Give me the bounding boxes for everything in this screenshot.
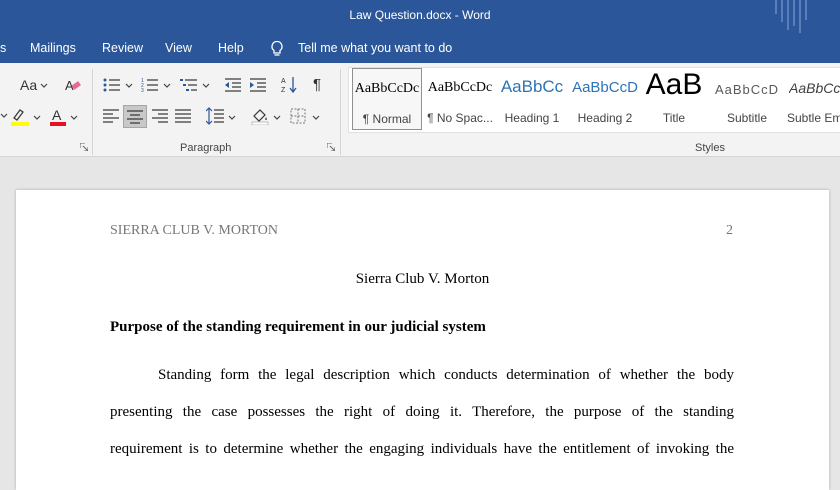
paragraph-line: requirement is to determine whether the … — [110, 441, 734, 457]
chevron-down-icon[interactable] — [273, 115, 281, 121]
chevron-partial-icon[interactable] — [0, 106, 8, 126]
highlight-icon[interactable] — [10, 107, 30, 127]
align-center-button[interactable] — [123, 105, 147, 128]
svg-text:Z: Z — [281, 87, 286, 94]
change-case-button[interactable]: Aa — [20, 77, 37, 93]
decrease-indent-icon[interactable] — [224, 77, 242, 93]
multilevel-list-icon[interactable] — [180, 77, 198, 93]
paragraph-line: Standing form the legal description whic… — [158, 367, 734, 383]
paragraph-dialog-launcher-icon[interactable] — [327, 143, 335, 151]
justify-icon[interactable] — [175, 109, 191, 123]
ribbon: Aa A A 123 AZ ¶ Paragraph AaBbCcDc ¶ Nor… — [0, 63, 840, 157]
numbering-icon[interactable]: 123 — [141, 77, 159, 93]
style-subtle-emphasis[interactable]: AaBbCcDc Subtle Em — [785, 68, 840, 130]
borders-icon[interactable] — [290, 108, 306, 124]
tab-view[interactable]: View — [165, 41, 192, 55]
chevron-down-icon[interactable] — [228, 115, 236, 121]
svg-text:A: A — [52, 107, 62, 123]
style-title[interactable]: AaB Title — [643, 68, 705, 130]
align-center-icon — [127, 110, 143, 124]
style-label: Heading 1 — [504, 111, 560, 125]
svg-text:3: 3 — [141, 88, 144, 93]
tell-me-search[interactable]: Tell me what you want to do — [298, 41, 452, 55]
svg-text:A: A — [281, 78, 286, 85]
chevron-down-icon[interactable] — [125, 83, 133, 89]
chevron-down-icon[interactable] — [202, 83, 210, 89]
style-label: Subtle Em — [787, 111, 840, 125]
clear-formatting-icon[interactable]: A — [64, 77, 82, 93]
font-dialog-launcher-icon[interactable] — [80, 143, 88, 151]
style-sample: AaBbCcD — [572, 79, 638, 96]
styles-gallery: AaBbCcDc ¶ Normal AaBbCcDc ¶ No Spac... … — [348, 67, 840, 133]
style-normal[interactable]: AaBbCcDc ¶ Normal — [352, 68, 422, 130]
chevron-down-icon[interactable] — [163, 83, 171, 89]
running-header: SIERRA CLUB V. MORTON — [110, 223, 278, 238]
page-number: 2 — [726, 223, 733, 238]
style-label: Subtitle — [726, 111, 768, 125]
styles-group-label: Styles — [695, 142, 725, 154]
style-heading-2[interactable]: AaBbCcD Heading 2 — [569, 68, 641, 130]
font-color-icon[interactable]: A — [48, 107, 68, 127]
style-label: Heading 2 — [577, 111, 633, 125]
align-right-icon[interactable] — [152, 109, 168, 123]
style-heading-1[interactable]: AaBbCc Heading 1 — [497, 68, 567, 130]
document-page[interactable]: SIERRA CLUB V. MORTON 2 Sierra Club V. M… — [16, 190, 829, 490]
paragraph-line: presenting the case possesses the right … — [110, 404, 734, 420]
tab-partial[interactable]: s — [0, 41, 6, 55]
title-bar-decoration — [775, 0, 807, 33]
chevron-down-icon[interactable] — [33, 115, 41, 121]
style-label: ¶ No Spac... — [427, 111, 493, 125]
section-heading: Purpose of the standing requirement in o… — [110, 319, 486, 335]
style-sample: AaBbCcDc — [427, 80, 493, 95]
align-left-icon[interactable] — [103, 109, 119, 123]
document-title: Sierra Club V. Morton — [355, 271, 490, 287]
tab-review[interactable]: Review — [102, 41, 143, 55]
style-label: Title — [662, 111, 686, 125]
style-no-spacing[interactable]: AaBbCcDc ¶ No Spac... — [425, 68, 495, 130]
style-subtitle[interactable]: AaBbCcD Subtitle — [711, 68, 783, 130]
line-spacing-icon[interactable] — [206, 107, 224, 125]
style-sample: AaBbCcDc — [789, 80, 840, 96]
style-sample: AaBbCc — [500, 77, 564, 96]
chevron-down-icon[interactable] — [312, 115, 320, 121]
paragraph-group-label: Paragraph — [180, 142, 232, 154]
increase-indent-icon[interactable] — [249, 77, 267, 93]
style-sample: AaB — [645, 68, 703, 101]
bullets-icon[interactable] — [103, 77, 121, 93]
tab-mailings[interactable]: Mailings — [30, 41, 76, 55]
ribbon-tab-bar: s Mailings Review View Help Tell me what… — [0, 33, 840, 63]
lightbulb-icon — [271, 40, 283, 56]
shading-icon[interactable] — [251, 107, 269, 125]
style-sample: AaBbCcDc — [354, 81, 420, 96]
chevron-down-icon[interactable] — [40, 83, 48, 89]
chevron-down-icon[interactable] — [70, 115, 78, 121]
group-separator — [92, 69, 93, 155]
tab-help[interactable]: Help — [218, 41, 244, 55]
group-separator — [340, 69, 341, 155]
style-label: ¶ Normal — [362, 112, 412, 126]
style-sample: AaBbCcD — [714, 82, 780, 97]
window-title: Law Question.docx - Word — [349, 8, 491, 22]
show-formatting-marks-icon[interactable]: ¶ — [313, 76, 321, 93]
title-bar: Law Question.docx - Word — [0, 0, 840, 33]
sort-icon[interactable]: AZ — [281, 76, 297, 94]
